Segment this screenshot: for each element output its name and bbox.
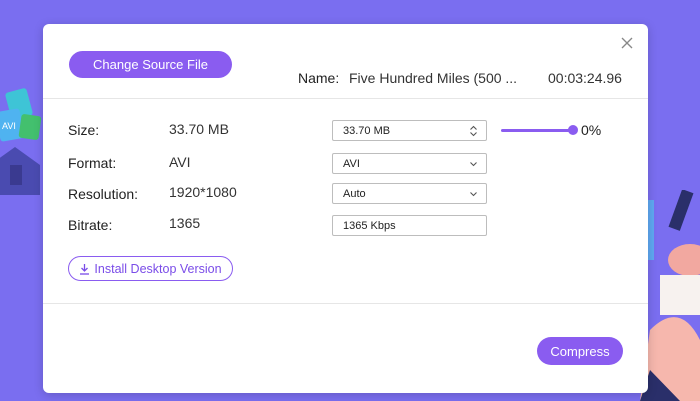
deco-avi-text: AVI — [2, 121, 16, 131]
format-label: Format: — [68, 155, 117, 171]
compression-slider-track[interactable] — [501, 129, 576, 132]
bitrate-input-value: 1365 Kbps — [343, 219, 396, 232]
format-select-value: AVI — [343, 157, 360, 170]
chevron-down-icon — [470, 161, 477, 166]
compress-dialog: Change Source File Name: Five Hundred Mi… — [43, 24, 648, 393]
bitrate-input[interactable]: 1365 Kbps — [332, 215, 487, 236]
download-icon — [80, 263, 90, 275]
size-value: 33.70 MB — [169, 121, 229, 137]
name-label: Name: — [298, 70, 340, 86]
compression-slider-handle[interactable] — [568, 125, 578, 135]
size-stepper[interactable]: 33.70 MB — [332, 120, 487, 141]
resolution-label: Resolution: — [68, 186, 139, 202]
resolution-select-value: Auto — [343, 187, 366, 200]
file-name: Five Hundred Miles (500 ... — [349, 70, 518, 86]
bitrate-label: Bitrate: — [68, 217, 113, 233]
chevron-down-icon — [470, 191, 477, 196]
background-illustration — [640, 190, 700, 401]
close-icon[interactable] — [620, 36, 634, 50]
format-select[interactable]: AVI — [332, 153, 487, 174]
size-label: Size: — [68, 122, 100, 138]
size-stepper-value: 33.70 MB — [343, 124, 391, 137]
divider — [43, 98, 648, 99]
install-desktop-version-button[interactable]: Install Desktop Version — [68, 256, 233, 281]
duration: 00:03:24.96 — [548, 70, 622, 86]
divider — [43, 303, 648, 304]
compression-percent: 0% — [581, 122, 602, 138]
stepper-arrows-icon[interactable] — [469, 125, 478, 137]
install-desktop-version-label: Install Desktop Version — [94, 261, 222, 276]
bitrate-value: 1365 — [169, 215, 201, 231]
format-value: AVI — [169, 154, 191, 170]
compress-button[interactable]: Compress — [537, 337, 623, 365]
resolution-value: 1920*1080 — [169, 184, 237, 200]
change-source-file-button[interactable]: Change Source File — [69, 51, 232, 78]
resolution-select[interactable]: Auto — [332, 183, 487, 204]
